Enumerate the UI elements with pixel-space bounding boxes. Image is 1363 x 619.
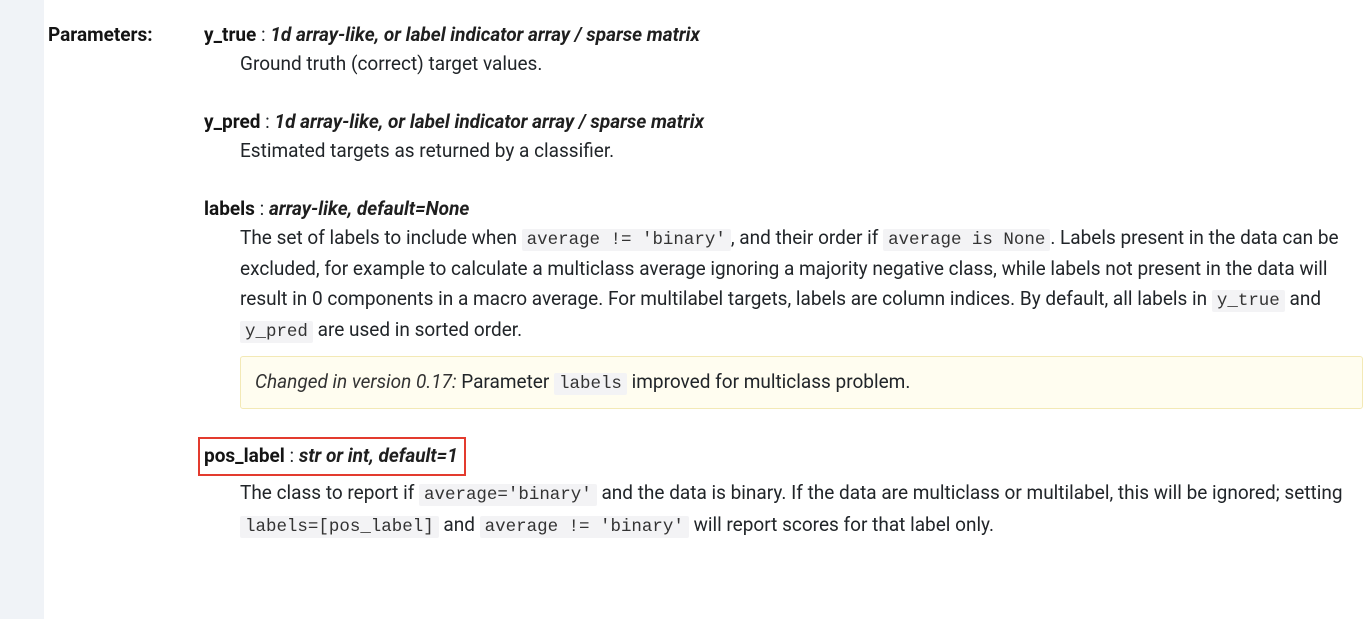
param-name: labels — [204, 197, 255, 220]
param-pos_label-header: pos_label : str or int, default=1 — [204, 437, 1363, 478]
param-type: str or int, default=1 — [299, 444, 458, 467]
param-name: y_pred — [204, 110, 260, 133]
param-labels-header: labels : array-like, default=None — [204, 194, 1363, 223]
param-y_true-desc: Ground truth (correct) target values. — [240, 49, 1363, 78]
inline-code: y_true — [1212, 290, 1285, 312]
param-pos_label-desc: The class to report if average='binary' … — [240, 478, 1363, 540]
param-name: y_true — [204, 23, 256, 46]
param-y_true-header: y_true : 1d array-like, or label indicat… — [204, 20, 1363, 49]
inline-code: average='binary' — [419, 484, 597, 506]
param-type: 1d array-like, or label indicator array … — [275, 110, 705, 133]
param-pos_label: pos_label : str or int, default=1 The cl… — [204, 437, 1363, 541]
parameters-list: y_true : 1d array-like, or label indicat… — [204, 20, 1363, 599]
inline-code: labels=[pos_label] — [240, 516, 439, 538]
inline-code: y_pred — [240, 321, 313, 343]
param-type: 1d array-like, or label indicator array … — [270, 23, 700, 46]
highlight-box: pos_label : str or int, default=1 — [198, 437, 466, 476]
version-changed-note: Changed in version 0.17: Parameter label… — [240, 356, 1363, 409]
param-name: pos_label — [204, 444, 285, 467]
param-labels-desc: The set of labels to include when averag… — [240, 223, 1363, 409]
version-changed-label: Changed in version 0.17: — [255, 370, 457, 393]
inline-code: labels — [554, 373, 627, 395]
section-label-text: Parameters: — [48, 23, 153, 46]
param-type: array-like, default=None — [269, 197, 469, 220]
inline-code: average is None — [883, 229, 1050, 251]
doc-container: Parameters: y_true : 1d array-like, or l… — [0, 0, 1363, 619]
main-content: Parameters: y_true : 1d array-like, or l… — [44, 0, 1363, 619]
inline-code: average != 'binary' — [480, 516, 689, 538]
param-y_pred-header: y_pred : 1d array-like, or label indicat… — [204, 107, 1363, 136]
section-label: Parameters: — [44, 20, 204, 599]
param-y_true: y_true : 1d array-like, or label indicat… — [204, 20, 1363, 79]
inline-code: average != 'binary' — [522, 229, 731, 251]
param-y_pred-desc: Estimated targets as returned by a class… — [240, 136, 1363, 165]
param-labels: labels : array-like, default=None The se… — [204, 194, 1363, 409]
left-gutter — [0, 0, 44, 619]
param-y_pred: y_pred : 1d array-like, or label indicat… — [204, 107, 1363, 166]
